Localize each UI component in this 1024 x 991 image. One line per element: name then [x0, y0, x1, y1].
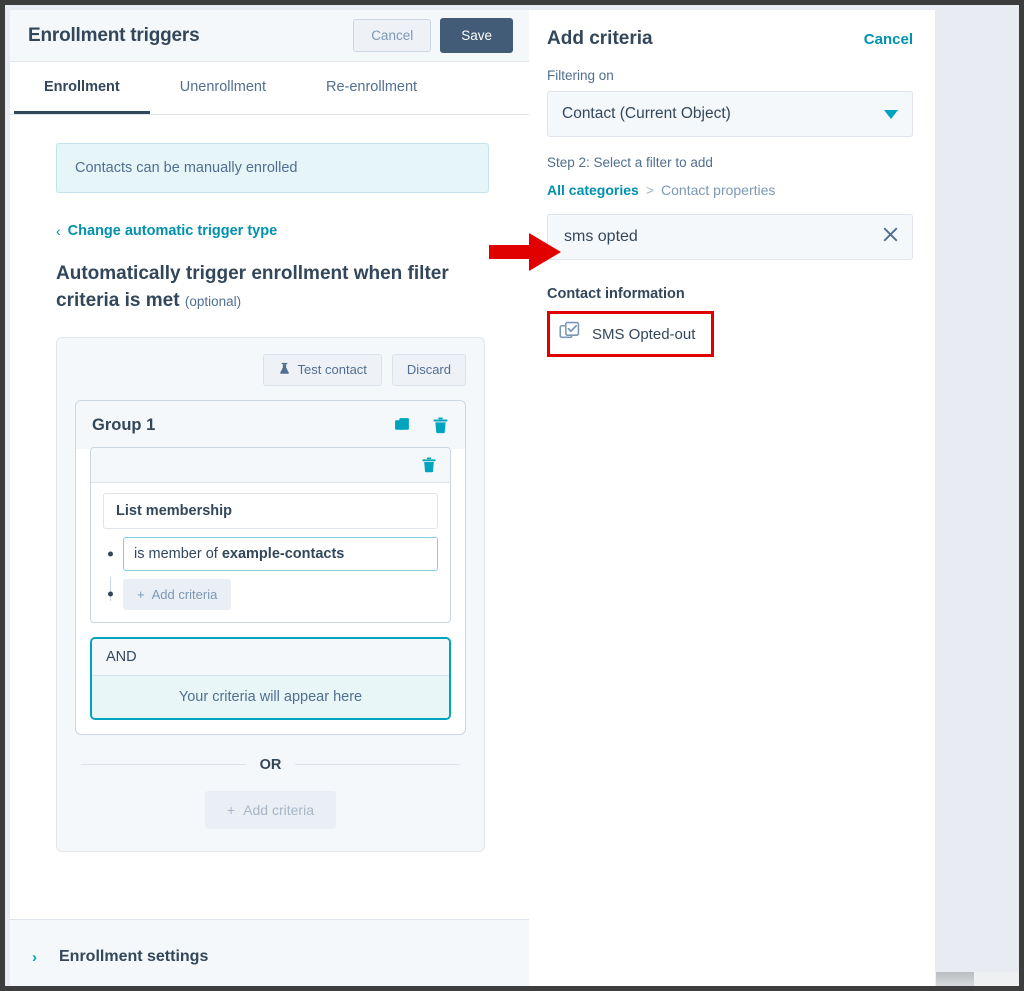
add-criteria-cancel-link[interactable]: Cancel	[864, 31, 913, 48]
filter-condition-header	[91, 447, 450, 483]
change-automatic-trigger-type-link[interactable]: ‹ Change automatic trigger type	[56, 223, 529, 239]
filter-group-title: Group 1	[92, 416, 156, 435]
save-button[interactable]: Save	[440, 18, 513, 53]
delete-group-icon[interactable]	[429, 415, 451, 437]
or-divider: OR	[81, 757, 460, 773]
add-criteria-panel: Add criteria Cancel Filtering on Contact…	[529, 10, 935, 986]
and-criteria-dropzone[interactable]: AND Your criteria will appear here	[90, 636, 451, 720]
add-criteria-title: Add criteria	[547, 28, 653, 49]
enrollment-settings-section: › Enrollment settings	[10, 920, 529, 986]
change-trigger-label: Change automatic trigger type	[67, 223, 278, 239]
filter-group-header: Group 1	[76, 400, 465, 449]
test-contact-button[interactable]: Test contact	[262, 353, 382, 386]
filter-condition-value[interactable]: is member of example-contacts	[123, 536, 438, 571]
discard-button[interactable]: Discard	[391, 353, 466, 386]
chevron-down-icon	[884, 109, 898, 119]
breadcrumb-separator-icon: >	[645, 182, 655, 198]
manual-enrollment-banner: Contacts can be manually enrolled	[56, 143, 489, 193]
filter-condition-body: List membership is member of example-con…	[91, 483, 450, 622]
divider-line-right	[295, 764, 460, 766]
filter-builder-card: Test contact Discard Group 1 List member…	[56, 336, 485, 852]
add-criteria-group-label: Add criteria	[243, 801, 314, 818]
auto-trigger-heading: Automatically trigger enrollment when fi…	[56, 261, 476, 315]
and-operator-label: AND	[92, 638, 449, 676]
filter-condition-block: List membership is member of example-con…	[90, 446, 451, 623]
add-criteria-group-button[interactable]: + Add criteria	[205, 790, 336, 829]
filtering-on-label: Filtering on	[547, 68, 614, 83]
result-item-label: SMS Opted-out	[592, 325, 696, 343]
plus-icon: +	[137, 586, 145, 602]
result-item-sms-opted-out[interactable]: SMS Opted-out	[559, 321, 695, 347]
add-criteria-row: + Add criteria	[103, 578, 438, 610]
condition-value: example-contacts	[221, 545, 345, 562]
cancel-button[interactable]: Cancel	[353, 19, 432, 52]
chevron-left-icon: ‹	[56, 223, 61, 239]
breadcrumb: All categories > Contact properties	[547, 182, 913, 198]
add-criteria-inline-label: Add criteria	[151, 586, 218, 602]
tab-unenrollment[interactable]: Unenrollment	[150, 62, 296, 114]
clear-search-icon[interactable]	[881, 225, 900, 249]
add-criteria-header: Add criteria Cancel	[547, 28, 913, 50]
auto-trigger-heading-text: Automatically trigger enrollment when fi…	[56, 263, 449, 311]
flask-icon	[278, 362, 291, 378]
bullet-icon	[108, 591, 113, 597]
or-operator-label: OR	[259, 756, 282, 773]
filter-property-name[interactable]: List membership	[103, 492, 438, 529]
divider-line-left	[81, 764, 246, 766]
enrollment-tab-content: Contacts can be manually enrolled ‹ Chan…	[10, 115, 529, 920]
enrollment-triggers-panel: Enrollment triggers Cancel Save Enrollme…	[10, 10, 529, 986]
tab-re-enrollment[interactable]: Re-enrollment	[296, 62, 447, 114]
object-select-value: Contact (Current Object)	[562, 105, 731, 122]
condition-prefix: is member of	[134, 545, 218, 562]
page-title: Enrollment triggers	[28, 24, 200, 46]
search-input[interactable]	[562, 227, 881, 247]
and-placeholder-text: Your criteria will appear here	[92, 675, 449, 718]
checkbox-multiple-icon	[559, 321, 580, 347]
duplicate-group-icon[interactable]	[391, 415, 413, 437]
filter-card-actions: Test contact Discard	[75, 353, 466, 386]
auto-trigger-optional-note: (optional)	[184, 293, 242, 309]
bullet-icon	[108, 551, 113, 557]
step-instruction: Step 2: Select a filter to add	[547, 155, 713, 170]
delete-condition-icon[interactable]	[418, 454, 440, 476]
results-section-title: Contact information	[547, 286, 685, 302]
plus-icon: +	[227, 801, 236, 818]
add-criteria-inline-button[interactable]: + Add criteria	[123, 578, 232, 610]
test-contact-label: Test contact	[297, 362, 367, 378]
add-criteria-group-wrap: + Add criteria	[75, 790, 466, 829]
object-select[interactable]: Contact (Current Object)	[547, 91, 913, 137]
filter-condition-row: is member of example-contacts	[103, 536, 438, 601]
breadcrumb-all-categories[interactable]: All categories	[547, 182, 639, 198]
enrollment-settings-label: Enrollment settings	[59, 948, 209, 965]
page-backdrop	[935, 10, 1019, 972]
app-window: Enrollment triggers Cancel Save Enrollme…	[0, 0, 1024, 991]
horizontal-scrollbar-thumb[interactable]	[936, 972, 974, 986]
tab-bar: Enrollment Unenrollment Re-enrollment	[10, 62, 529, 115]
filter-group: Group 1 List membership is member of exa…	[75, 399, 466, 735]
filter-search-box[interactable]	[547, 214, 913, 260]
chevron-right-icon: ›	[32, 948, 37, 966]
breadcrumb-current: Contact properties	[661, 182, 776, 198]
tab-enrollment[interactable]: Enrollment	[14, 62, 150, 114]
enrollment-settings-toggle[interactable]: › Enrollment settings	[32, 948, 529, 966]
panel-header: Enrollment triggers Cancel Save	[10, 10, 529, 62]
highlighted-result-box: SMS Opted-out	[547, 311, 715, 357]
